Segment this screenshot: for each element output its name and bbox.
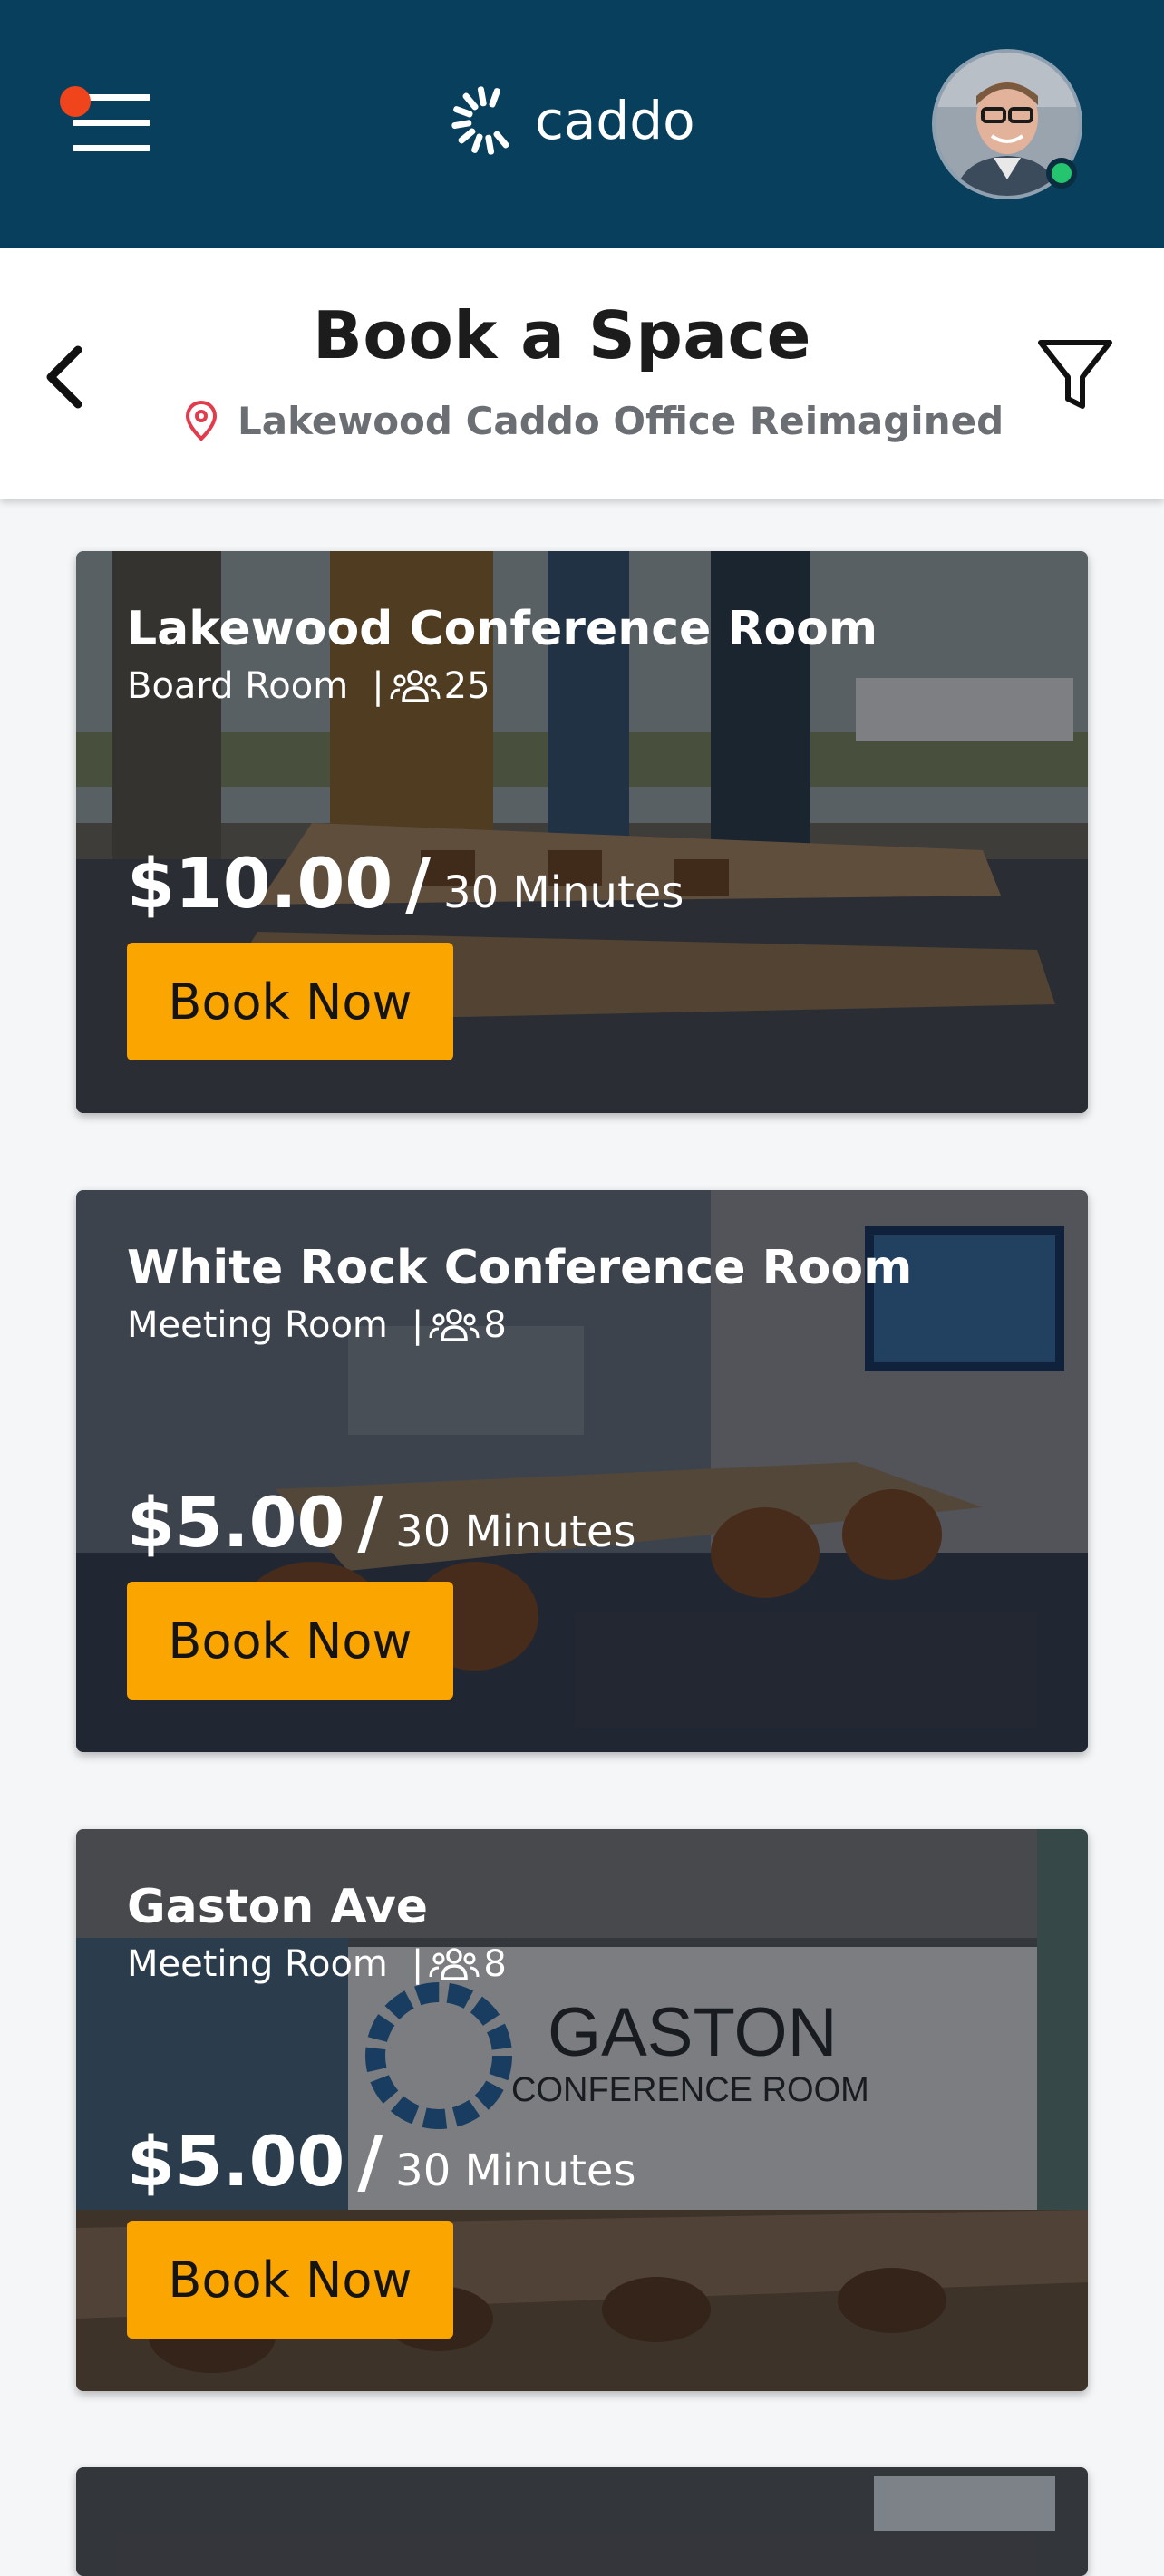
price-amount: $5.00 <box>127 1482 345 1563</box>
book-now-button[interactable]: Book Now <box>127 943 453 1060</box>
top-nav-bar: caddo <box>0 0 1164 248</box>
space-price: $5.00 / 30 Minutes <box>127 1482 635 1563</box>
price-amount: $10.00 <box>127 843 393 924</box>
notification-dot <box>60 86 91 117</box>
space-name: White Rock Conference Room <box>127 1241 913 1295</box>
map-pin-icon <box>185 400 218 441</box>
space-capacity: 25 <box>443 665 490 707</box>
space-card[interactable]: White Rock Conference Room Meeting Room … <box>76 1190 1088 1752</box>
filter-icon <box>1038 340 1112 409</box>
space-card[interactable]: Lakewood Conference Room Board Room | 25… <box>76 551 1088 1113</box>
users-icon <box>429 1309 480 1341</box>
users-icon <box>429 1948 480 1980</box>
space-capacity: 8 <box>483 1304 507 1346</box>
app-logo: caddo <box>450 80 695 161</box>
location-selector[interactable]: Lakewood Caddo Office Reimagined <box>185 393 1004 448</box>
book-now-button[interactable]: Book Now <box>127 1582 453 1700</box>
room-photo <box>76 2467 1088 2576</box>
space-type: Meeting Room <box>127 1304 388 1346</box>
hamburger-menu-line <box>73 145 150 151</box>
page-header: Book a Space Lakewood Caddo Office Reima… <box>0 248 1164 499</box>
space-price: $10.00 / 30 Minutes <box>127 843 684 924</box>
price-slash: / <box>357 1482 383 1563</box>
price-slash: / <box>357 2121 383 2202</box>
space-card[interactable]: GASTON CONFERENCE ROOM Gaston Ave Meetin… <box>76 1829 1088 2391</box>
caddo-logo-icon <box>451 86 509 155</box>
price-amount: $5.00 <box>127 2121 345 2202</box>
page-title: Book a Space <box>313 297 811 373</box>
menu-button[interactable] <box>60 82 160 163</box>
users-icon <box>390 670 441 702</box>
space-type: Meeting Room <box>127 1943 388 1985</box>
location-name: Lakewood Caddo Office Reimagined <box>238 398 1004 443</box>
logo-text: caddo <box>535 90 695 151</box>
online-status-indicator <box>1046 158 1077 189</box>
price-slash: / <box>405 843 432 924</box>
hamburger-menu-line <box>73 120 150 126</box>
space-meta: Meeting Room | 8 <box>127 1943 507 1985</box>
space-card-partial[interactable] <box>76 2467 1088 2576</box>
meta-separator: | <box>411 1943 424 1985</box>
book-now-button[interactable]: Book Now <box>127 2221 453 2339</box>
meta-separator: | <box>411 1304 424 1346</box>
price-duration: 30 Minutes <box>395 2145 636 2196</box>
space-meta: Meeting Room | 8 <box>127 1304 507 1346</box>
meta-separator: | <box>372 665 384 707</box>
price-duration: 30 Minutes <box>443 867 684 918</box>
space-name: Lakewood Conference Room <box>127 602 878 656</box>
space-meta: Board Room | 25 <box>127 665 490 707</box>
space-name: Gaston Ave <box>127 1880 428 1934</box>
space-type: Board Room <box>127 665 349 707</box>
space-price: $5.00 / 30 Minutes <box>127 2121 635 2202</box>
user-avatar-button[interactable] <box>932 49 1091 199</box>
price-duration: 30 Minutes <box>395 1506 636 1557</box>
filter-button[interactable] <box>1032 330 1119 417</box>
space-capacity: 8 <box>483 1943 507 1985</box>
